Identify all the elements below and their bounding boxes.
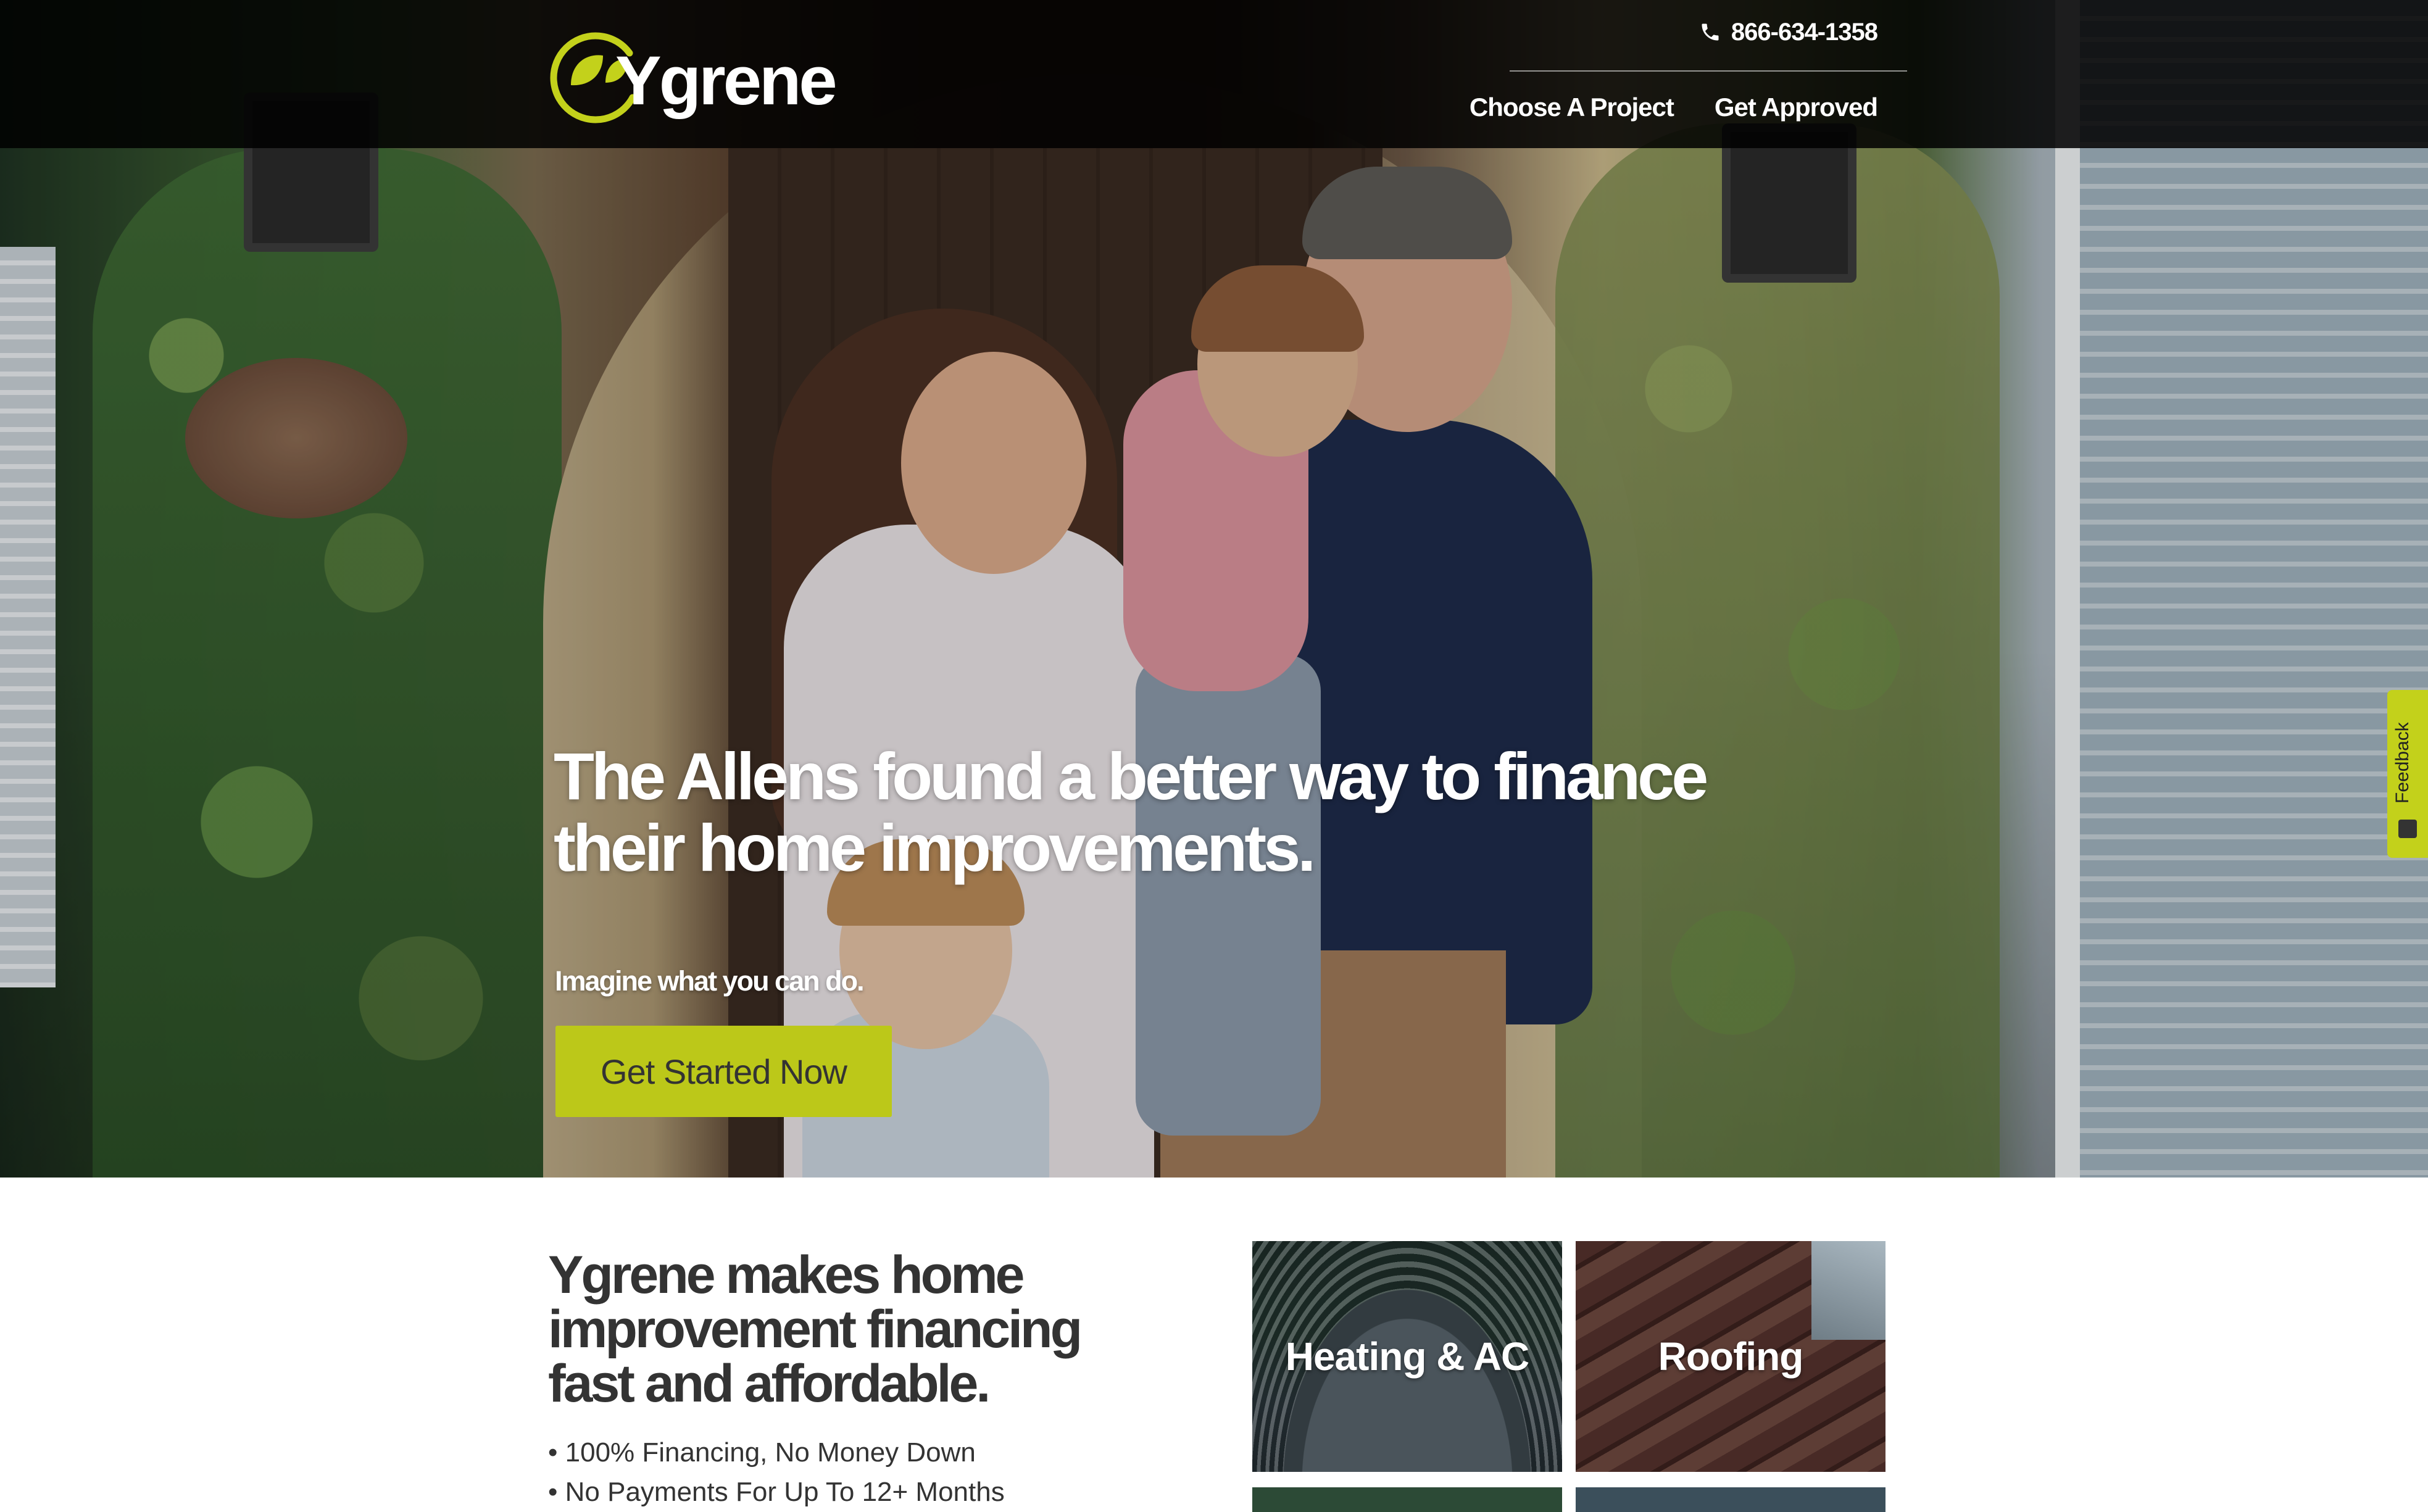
hero-headline: The Allens found a better way to finance… — [554, 739, 1708, 885]
ygrene-logo[interactable]: Ygrene — [546, 30, 838, 128]
logo-wordmark: Ygrene — [615, 42, 838, 119]
hero-subline: Imagine what you can do. — [555, 965, 865, 997]
project-tile-next-right[interactable] — [1576, 1487, 1885, 1512]
feedback-tab[interactable]: Feedback — [2387, 690, 2428, 858]
project-tile-roofing[interactable]: Roofing — [1576, 1241, 1885, 1472]
chat-icon — [2398, 820, 2417, 838]
main-nav: Choose A Project Get Approved — [1470, 93, 1878, 122]
get-started-button[interactable]: Get Started Now — [555, 1026, 892, 1117]
project-tile-next-left[interactable] — [1252, 1487, 1562, 1512]
benefit-item: 100% Financing, No Money Down — [548, 1433, 1005, 1473]
nav-get-approved[interactable]: Get Approved — [1715, 93, 1878, 122]
project-tile-label: Roofing — [1658, 1334, 1804, 1379]
benefits-list: 100% Financing, No Money Down No Payment… — [548, 1433, 1005, 1512]
intro-title: Ygrene makes home improvement financing … — [548, 1245, 1083, 1413]
phone-number: 866-634-1358 — [1731, 18, 1878, 46]
project-tile-label: Heating & AC — [1285, 1334, 1530, 1379]
phone-link[interactable]: 866-634-1358 — [1699, 12, 1878, 52]
nav-choose-a-project[interactable]: Choose A Project — [1470, 93, 1674, 122]
site-header: Ygrene 866-634-1358 Choose A Project Get… — [0, 0, 2428, 148]
nav-divider — [1510, 70, 1907, 72]
hero-section: The Allens found a better way to finance… — [0, 0, 2428, 1178]
feedback-label: Feedback — [2392, 722, 2413, 804]
project-tile-heating-ac[interactable]: Heating & AC — [1252, 1241, 1562, 1472]
hero-dark-overlay — [0, 0, 2428, 1178]
benefit-item: No Payments For Up To 12+ Months — [548, 1473, 1005, 1512]
phone-icon — [1702, 23, 1719, 41]
